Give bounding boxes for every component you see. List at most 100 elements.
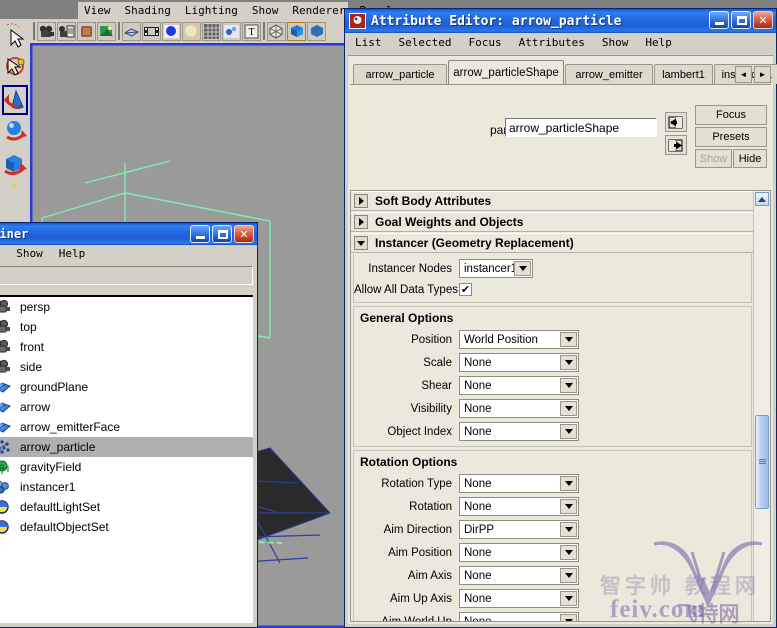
chevron-down-icon[interactable]	[560, 476, 577, 491]
menu-show[interactable]: Show	[602, 36, 629, 49]
list-item[interactable]: persp	[0, 297, 253, 317]
outliner-window-controls[interactable]: ✕	[190, 225, 254, 243]
close-icon[interactable]: ✕	[234, 225, 254, 243]
frame-instancer-geometry-replacement[interactable]: Instancer (Geometry Replacement)	[351, 233, 754, 253]
chevron-down-icon[interactable]	[560, 332, 577, 347]
wireframe-icon[interactable]	[122, 21, 141, 41]
viewport-toolbar[interactable]: T	[30, 19, 348, 43]
highquality-icon[interactable]	[307, 21, 326, 41]
attribute-editor-window[interactable]: Attribute Editor: arrow_particle ✕ List …	[344, 8, 777, 628]
aim-direction-select[interactable]: DirPP	[459, 520, 579, 539]
attribute-editor-menubar[interactable]: List Selected Focus Attributes Show Help	[345, 33, 776, 52]
tab-lambert1[interactable]: lambert1	[654, 64, 713, 84]
input-connection-icon[interactable]	[665, 112, 687, 132]
instancer-nodes-select[interactable]: instancer1	[459, 259, 533, 278]
node-tabs[interactable]: arrow_particle arrow_particleShape arrow…	[350, 60, 777, 84]
render-icon[interactable]	[97, 21, 116, 41]
menu-shading[interactable]: Shading	[125, 4, 171, 17]
menu-help[interactable]: Help	[645, 36, 672, 49]
menu-focus[interactable]: Focus	[468, 36, 501, 49]
list-item[interactable]: side	[0, 357, 253, 377]
menu-lighting[interactable]: Lighting	[185, 4, 238, 17]
select-tool-icon[interactable]	[2, 21, 28, 51]
maximize-button[interactable]	[212, 225, 232, 243]
smooth-shade-icon[interactable]	[162, 21, 181, 41]
chevron-down-icon[interactable]	[560, 568, 577, 583]
chevron-down-icon[interactable]	[560, 401, 577, 416]
expand-collapse-icon[interactable]	[354, 215, 368, 229]
camera-attributes-icon[interactable]	[57, 21, 76, 41]
chevron-down-icon[interactable]	[560, 614, 577, 621]
allow-all-data-types-checkbox[interactable]: ✔	[459, 283, 472, 296]
scale-tool-icon[interactable]	[2, 149, 28, 179]
film-gate-icon[interactable]	[142, 21, 161, 41]
attribute-editor-window-controls[interactable]: ✕	[709, 11, 773, 29]
attribute-scrollbar[interactable]	[753, 191, 770, 621]
chevron-down-icon[interactable]	[560, 424, 577, 439]
chevron-down-icon[interactable]	[514, 261, 531, 276]
move-tool-icon[interactable]	[2, 85, 28, 115]
outliner-menu-show[interactable]: Show	[16, 247, 43, 260]
viewport-menubar[interactable]: View Shading Lighting Show Renderer Pane…	[78, 2, 399, 19]
menu-show[interactable]: Show	[252, 4, 279, 17]
list-item[interactable]: arrow	[0, 397, 253, 417]
hide-button[interactable]: Hide	[733, 149, 767, 168]
list-item[interactable]: defaultObjectSet	[0, 517, 253, 537]
list-item[interactable]: G gravityField	[0, 457, 253, 477]
outliner-list[interactable]: persp top front side groundPlane arrow a…	[0, 295, 253, 623]
lasso-tool-icon[interactable]	[2, 53, 28, 83]
chevron-down-icon[interactable]	[560, 355, 577, 370]
camera-icon[interactable]	[37, 21, 56, 41]
list-item[interactable]: groundPlane	[0, 377, 253, 397]
visibility-select[interactable]: None	[459, 399, 579, 418]
frame-goal-weights-and-objects[interactable]: Goal Weights and Objects	[351, 212, 754, 232]
menu-view[interactable]: View	[84, 4, 111, 17]
tab-scroll-controls[interactable]: ◄ ►	[735, 66, 771, 83]
aim-position-select[interactable]: None	[459, 543, 579, 562]
rotate-tool-icon[interactable]	[2, 117, 28, 147]
lighting-icon[interactable]	[267, 21, 286, 41]
menu-attributes[interactable]: Attributes	[519, 36, 585, 49]
wireframe-on-shaded-icon[interactable]	[202, 21, 221, 41]
list-item[interactable]: front	[0, 337, 253, 357]
aim-up-axis-select[interactable]: None	[459, 589, 579, 608]
expand-collapse-icon[interactable]	[354, 194, 368, 208]
list-item-selected[interactable]: arrow_particle	[0, 437, 253, 457]
menu-list[interactable]: List	[355, 36, 382, 49]
tab-arrow-particle-shape[interactable]: arrow_particleShape	[448, 60, 564, 84]
shear-select[interactable]: None	[459, 376, 579, 395]
chevron-down-icon[interactable]	[560, 591, 577, 606]
tab-arrow-emitter[interactable]: arrow_emitter	[565, 64, 653, 84]
output-connection-icon[interactable]	[665, 135, 687, 155]
chevron-down-icon[interactable]	[560, 499, 577, 514]
scale-select[interactable]: None	[459, 353, 579, 372]
focus-button[interactable]: Focus	[695, 105, 767, 125]
minimize-button[interactable]	[709, 11, 729, 29]
outliner-search-field[interactable]	[0, 266, 253, 285]
flat-shade-icon[interactable]	[182, 21, 201, 41]
list-item[interactable]: top	[0, 317, 253, 337]
chevron-down-icon[interactable]	[560, 522, 577, 537]
menu-renderer[interactable]: Renderer	[292, 4, 345, 17]
aim-world-up-select[interactable]: None	[459, 612, 579, 621]
position-select[interactable]: World Position	[459, 330, 579, 349]
maximize-button[interactable]	[731, 11, 751, 29]
tab-arrow-particle[interactable]: arrow_particle	[353, 64, 447, 84]
expand-collapse-icon[interactable]	[354, 236, 368, 250]
xray-icon[interactable]	[222, 21, 241, 41]
scroll-up-icon[interactable]	[755, 192, 769, 206]
close-icon[interactable]: ✕	[753, 11, 773, 29]
node-name-input[interactable]: arrow_particleShape	[505, 118, 657, 137]
shadow-icon[interactable]	[287, 21, 306, 41]
menu-selected[interactable]: Selected	[399, 36, 452, 49]
tab-prev-icon[interactable]: ◄	[735, 66, 752, 83]
object-index-select[interactable]: None	[459, 422, 579, 441]
hardware-texture-icon[interactable]	[77, 21, 96, 41]
attribute-editor-titlebar[interactable]: Attribute Editor: arrow_particle ✕	[345, 9, 776, 33]
rotation-select[interactable]: None	[459, 497, 579, 516]
frame-soft-body-attributes[interactable]: Soft Body Attributes	[351, 191, 754, 211]
chevron-down-icon[interactable]	[560, 378, 577, 393]
scrollbar-thumb[interactable]	[755, 414, 769, 510]
outliner-window[interactable]: tliner ✕ ay Show Help persp top front si…	[0, 222, 258, 628]
outliner-titlebar[interactable]: tliner ✕	[0, 223, 257, 245]
